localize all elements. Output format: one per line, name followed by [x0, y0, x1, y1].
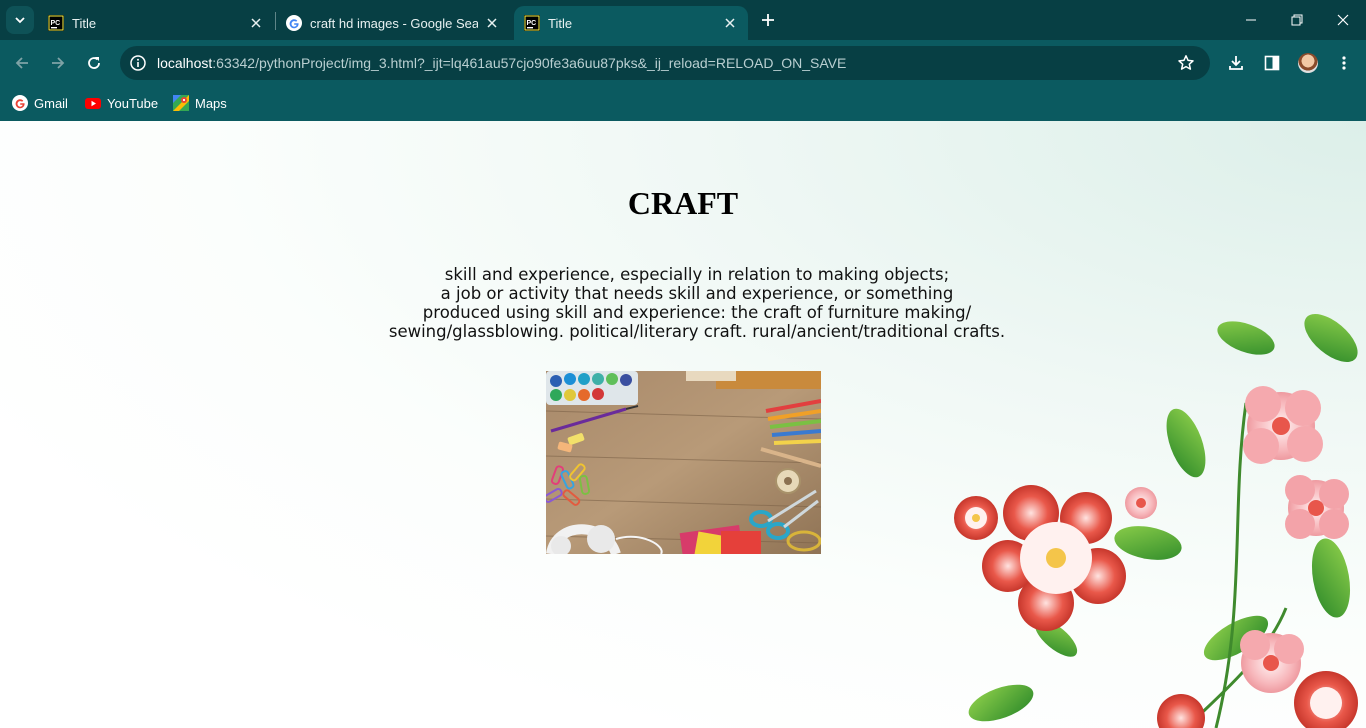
bookmark-label: YouTube	[107, 95, 159, 111]
pycharm-icon: PC	[48, 15, 64, 31]
pycharm-icon: PC	[524, 15, 540, 31]
arrow-right-icon	[52, 57, 65, 69]
forward-button[interactable]	[44, 49, 72, 77]
url-host: localhost	[157, 55, 213, 71]
minimize-button[interactable]	[1228, 0, 1274, 40]
minimize-icon	[1246, 19, 1256, 21]
address-bar[interactable]: localhost:63342/pythonProject/img_3.html…	[120, 46, 1210, 80]
site-info-icon[interactable]	[128, 53, 148, 73]
url-text[interactable]: localhost:63342/pythonProject/img_3.html…	[157, 55, 846, 71]
youtube-icon	[85, 98, 101, 109]
definition-line: sewing/glassblowing. political/literary …	[388, 322, 1006, 341]
plus-icon	[762, 14, 774, 26]
arrow-left-icon	[15, 57, 28, 69]
new-tab-button[interactable]	[756, 8, 780, 32]
tab-title: Title	[548, 15, 573, 31]
tab-search-button[interactable]	[6, 6, 34, 34]
profile-button[interactable]	[1296, 51, 1320, 75]
back-button[interactable]	[8, 49, 36, 77]
restore-button[interactable]	[1274, 0, 1320, 40]
tab-1[interactable]: PC Title	[38, 6, 274, 40]
bookmark-gmail[interactable]: Gmail	[12, 92, 68, 114]
maps-icon	[173, 95, 189, 111]
definition-line: skill and experience, especially in rela…	[444, 265, 950, 284]
definition-line: a job or activity that needs skill and e…	[440, 284, 954, 303]
close-tab-icon[interactable]	[484, 15, 500, 31]
close-icon	[1337, 14, 1349, 26]
tab-strip: PC Title craft hd images - Google Search…	[0, 0, 1366, 40]
bookmark-label: Gmail	[34, 95, 68, 111]
google-icon	[286, 15, 302, 31]
menu-button[interactable]	[1332, 51, 1356, 75]
download-icon	[1229, 56, 1243, 70]
tab-title: Title	[72, 15, 97, 31]
more-vertical-icon	[1342, 56, 1346, 70]
restore-icon	[1291, 14, 1303, 26]
close-window-button[interactable]	[1320, 0, 1366, 40]
reload-button[interactable]	[80, 49, 108, 77]
side-panel-icon	[1264, 55, 1280, 71]
page-viewport[interactable]: CRAFT skill and experience, especially i…	[0, 121, 1366, 728]
tab-2[interactable]: craft hd images - Google Search	[276, 6, 510, 40]
close-tab-icon[interactable]	[248, 15, 264, 31]
page-title: CRAFT	[627, 185, 739, 221]
craft-supplies-image	[546, 371, 821, 554]
bookmark-youtube[interactable]: YouTube	[85, 92, 158, 114]
svg-text:PC: PC	[51, 20, 61, 27]
definition-line: produced using skill and experience: the…	[422, 303, 972, 322]
close-tab-icon[interactable]	[722, 15, 738, 31]
bookmark-star-icon[interactable]	[1176, 53, 1196, 73]
chevron-down-icon	[15, 17, 25, 24]
download-button[interactable]	[1224, 51, 1248, 75]
gmail-icon	[12, 95, 28, 111]
side-panel-button[interactable]	[1260, 51, 1284, 75]
bookmark-maps[interactable]: Maps	[173, 92, 227, 114]
tab-title: craft hd images - Google Search	[310, 15, 478, 31]
bookmark-label: Maps	[195, 95, 227, 111]
svg-text:PC: PC	[527, 20, 537, 27]
url-path: :63342/pythonProject/img_3.html?_ijt=lq4…	[212, 55, 847, 71]
bookmarks-bar: Gmail YouTube Maps	[0, 86, 1366, 121]
tab-3-active[interactable]: PC Title	[514, 6, 748, 40]
reload-icon	[88, 57, 100, 69]
floral-decoration-image	[954, 314, 1358, 728]
avatar	[1298, 53, 1318, 73]
definition-text: skill and experience, especially in rela…	[383, 265, 1011, 341]
toolbar: localhost:63342/pythonProject/img_3.html…	[0, 40, 1366, 86]
